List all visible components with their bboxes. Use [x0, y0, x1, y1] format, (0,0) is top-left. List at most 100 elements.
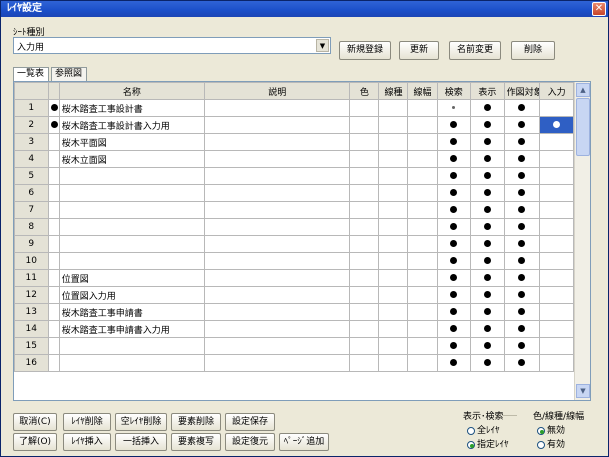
row-number[interactable]: 12: [14, 286, 49, 304]
layer-name-cell[interactable]: [58, 252, 206, 270]
row-number[interactable]: 10: [14, 252, 49, 270]
layer-name-cell[interactable]: 桜木踏査工事申請書: [58, 303, 206, 321]
line-type-cell[interactable]: [378, 167, 409, 185]
column-header-line-width[interactable]: 線幅: [407, 82, 438, 100]
show-cell[interactable]: [470, 320, 505, 338]
draw-cell[interactable]: [503, 337, 541, 355]
description-cell[interactable]: [204, 184, 351, 202]
row-number[interactable]: 7: [14, 201, 49, 219]
search-cell[interactable]: [436, 184, 472, 202]
draw-cell[interactable]: [503, 201, 541, 219]
line-type-cell[interactable]: [378, 184, 409, 202]
layer-name-cell[interactable]: 桜木踏査工事申請書入力用: [58, 320, 206, 338]
draw-cell[interactable]: [503, 269, 541, 287]
new-register-button[interactable]: 新規登録: [339, 41, 391, 60]
color-cell[interactable]: [349, 269, 380, 287]
input-cell[interactable]: [539, 286, 574, 304]
page-add-button[interactable]: ﾍﾟｰｼﾞ追加: [279, 433, 329, 451]
line-type-cell[interactable]: [378, 303, 409, 321]
radio-style-disabled-circle[interactable]: [537, 426, 545, 435]
radio-style-enabled-circle[interactable]: [537, 440, 545, 449]
search-cell[interactable]: [436, 286, 472, 304]
line-width-cell[interactable]: [407, 167, 438, 185]
draw-cell[interactable]: [503, 235, 541, 253]
line-width-cell[interactable]: [407, 235, 438, 253]
search-cell[interactable]: [436, 337, 472, 355]
row-number[interactable]: 2: [14, 116, 49, 134]
chevron-down-icon[interactable]: ▼: [316, 39, 329, 52]
draw-cell[interactable]: [503, 354, 541, 372]
search-cell[interactable]: [436, 235, 472, 253]
show-cell[interactable]: [470, 269, 505, 287]
description-cell[interactable]: [204, 167, 351, 185]
draw-cell[interactable]: [503, 303, 541, 321]
description-cell[interactable]: [204, 337, 351, 355]
input-cell[interactable]: [539, 303, 574, 321]
layer-name-cell[interactable]: [58, 235, 206, 253]
table-row[interactable]: 3 桜木平面図: [14, 133, 574, 151]
rename-button[interactable]: 名前変更: [449, 41, 501, 60]
color-cell[interactable]: [349, 99, 380, 117]
tab-list[interactable]: 一覧表: [13, 67, 49, 81]
draw-cell[interactable]: [503, 252, 541, 270]
color-cell[interactable]: [349, 320, 380, 338]
line-width-cell[interactable]: [407, 150, 438, 168]
input-cell[interactable]: [539, 201, 574, 219]
search-cell[interactable]: [436, 167, 472, 185]
table-row[interactable]: 13 桜木踏査工事申請書: [14, 303, 574, 321]
element-copy-button[interactable]: 要素複写: [171, 433, 221, 451]
draw-cell[interactable]: [503, 218, 541, 236]
show-cell[interactable]: [470, 150, 505, 168]
layer-delete-button[interactable]: ﾚｲﾔ削除: [63, 413, 111, 431]
line-width-cell[interactable]: [407, 337, 438, 355]
draw-cell[interactable]: [503, 150, 541, 168]
description-cell[interactable]: [204, 150, 351, 168]
color-cell[interactable]: [349, 337, 380, 355]
input-cell[interactable]: [539, 252, 574, 270]
description-cell[interactable]: [204, 303, 351, 321]
description-cell[interactable]: [204, 286, 351, 304]
line-width-cell[interactable]: [407, 201, 438, 219]
table-row[interactable]: 2 桜木踏査工事設計書入力用: [14, 116, 574, 134]
show-cell[interactable]: [470, 116, 505, 134]
column-header-color[interactable]: 色: [349, 82, 380, 100]
input-cell[interactable]: [539, 337, 574, 355]
color-cell[interactable]: [349, 184, 380, 202]
show-cell[interactable]: [470, 286, 505, 304]
settings-save-button[interactable]: 設定保存: [225, 413, 275, 431]
line-type-cell[interactable]: [378, 286, 409, 304]
show-cell[interactable]: [470, 303, 505, 321]
draw-cell[interactable]: [503, 286, 541, 304]
color-cell[interactable]: [349, 235, 380, 253]
line-type-cell[interactable]: [378, 99, 409, 117]
column-header-input[interactable]: 入力: [539, 82, 574, 100]
show-cell[interactable]: [470, 337, 505, 355]
search-cell[interactable]: [436, 252, 472, 270]
input-cell[interactable]: [539, 150, 574, 168]
element-delete-button[interactable]: 要素削除: [171, 413, 221, 431]
input-cell[interactable]: [539, 269, 574, 287]
color-cell[interactable]: [349, 133, 380, 151]
line-width-cell[interactable]: [407, 252, 438, 270]
row-number[interactable]: 4: [14, 150, 49, 168]
line-width-cell[interactable]: [407, 303, 438, 321]
description-cell[interactable]: [204, 133, 351, 151]
line-type-cell[interactable]: [378, 133, 409, 151]
table-row[interactable]: 10: [14, 252, 574, 270]
layer-insert-button[interactable]: ﾚｲﾔ挿入: [63, 433, 111, 451]
layer-name-cell[interactable]: 桜木立面図: [58, 150, 206, 168]
search-cell[interactable]: [436, 218, 472, 236]
row-number[interactable]: 13: [14, 303, 49, 321]
color-cell[interactable]: [349, 286, 380, 304]
layer-name-cell[interactable]: 位置図: [58, 269, 206, 287]
show-cell[interactable]: [470, 235, 505, 253]
sheet-type-select[interactable]: 入力用 ▼: [13, 37, 331, 54]
table-row[interactable]: 4 桜木立面図: [14, 150, 574, 168]
color-cell[interactable]: [349, 116, 380, 134]
line-type-cell[interactable]: [378, 252, 409, 270]
row-number[interactable]: 11: [14, 269, 49, 287]
row-number[interactable]: 14: [14, 320, 49, 338]
input-cell[interactable]: [539, 184, 574, 202]
radio-specified-layer-circle[interactable]: [467, 440, 475, 449]
draw-cell[interactable]: [503, 320, 541, 338]
